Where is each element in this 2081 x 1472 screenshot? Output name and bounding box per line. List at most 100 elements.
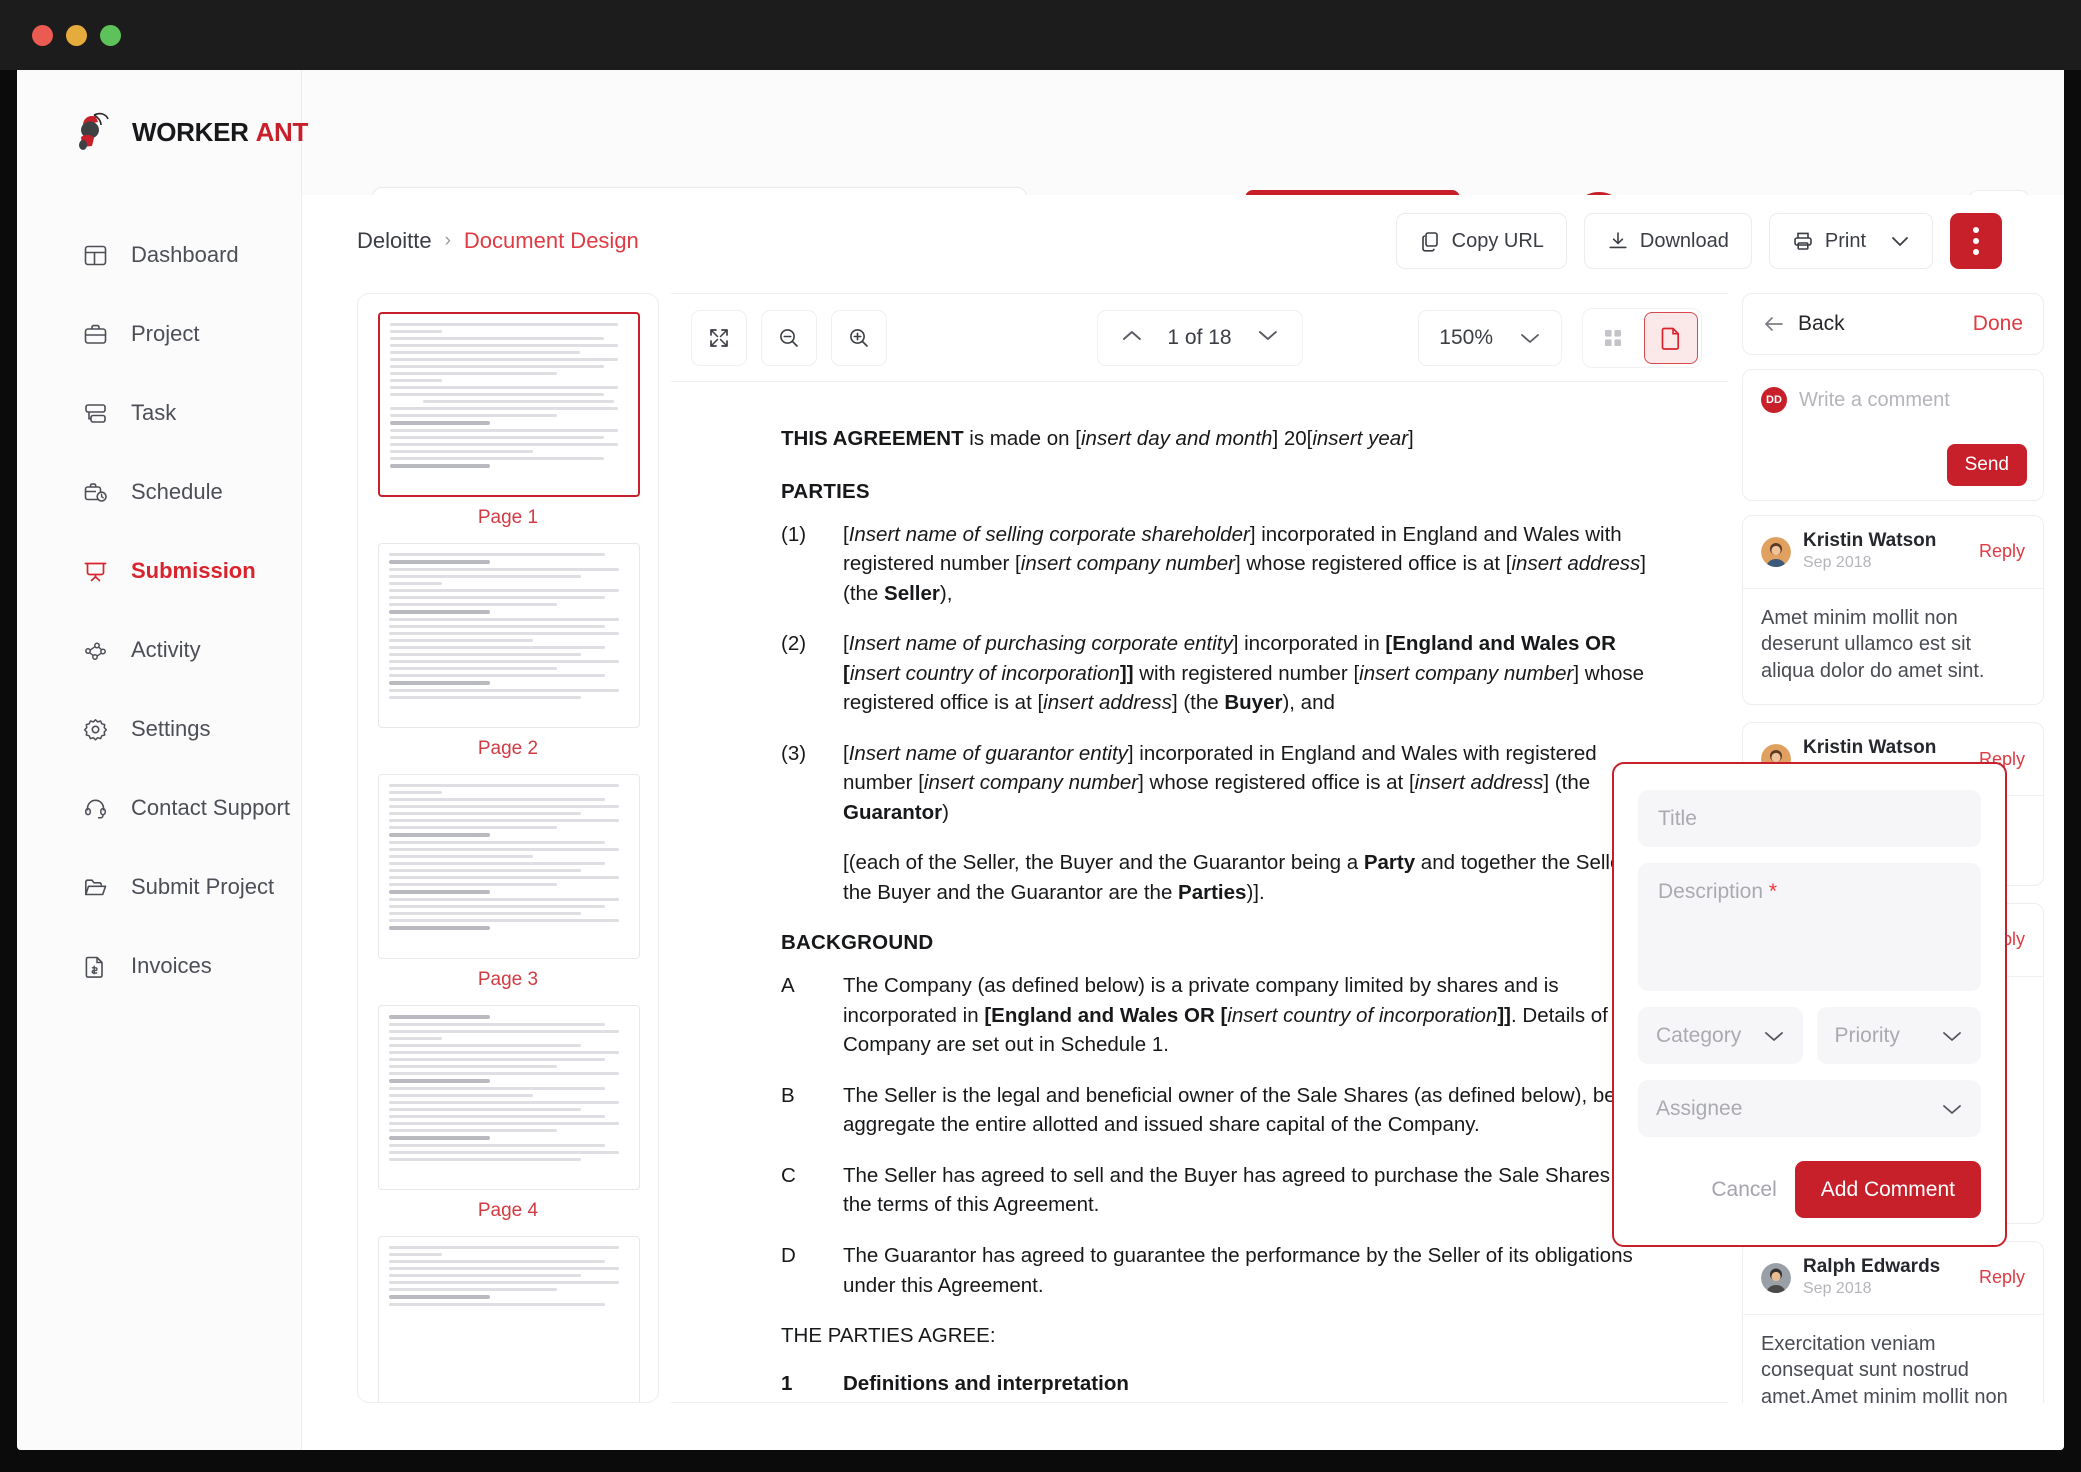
sidebar-item-label: Submission [131,558,256,583]
next-page-button[interactable] [1256,328,1280,348]
sidebar-item-schedule[interactable]: Schedule [17,470,301,514]
add-comment-modal: Title Description * Category Priority As… [1612,762,2007,1247]
add-comment-button[interactable]: Add Comment [1794,1161,1981,1218]
zoom-level-select[interactable]: 150% [1418,309,1562,366]
clause-title: Definitions and interpretation [843,1371,1129,1395]
zoom-in-button[interactable] [831,309,887,366]
sidebar-item-contact-support[interactable]: Contact Support [17,786,301,830]
thumbnail-item[interactable]: Page 5 [378,1236,640,1402]
zoom-level-value: 150% [1439,325,1493,349]
sidebar-item-dashboard[interactable]: Dashboard [17,233,301,277]
breadcrumb-current[interactable]: Document Design [464,228,639,254]
thumbnail-item[interactable]: Page 3 [378,774,640,991]
document-icon [1661,327,1680,350]
sidebar-item-activity[interactable]: Activity [17,628,301,672]
chevron-down-icon [1521,333,1539,343]
category-select[interactable]: Category [1638,1007,1803,1064]
document-clause-row: 1 Definitions and interpretation [781,1369,1666,1399]
minimize-window-button[interactable] [66,25,87,46]
priority-select[interactable]: Priority [1816,1007,1981,1064]
grid-view-button[interactable] [1586,311,1640,364]
document-background-row: C The Seller has agreed to sell and the … [781,1161,1666,1220]
page-thumbnail-panel[interactable]: Page 1 Page 2 Page 3 Page 4 [357,293,659,1403]
download-button[interactable]: Download [1583,213,1752,269]
send-comment-button[interactable]: Send [1946,444,2027,486]
comment-header: Ralph Edwards Sep 2018 Reply [1743,1242,2043,1315]
document-background-row: B The Seller is the legal and beneficial… [781,1081,1666,1140]
document-agree-heading: THE PARTIES AGREE: [781,1324,996,1348]
thumbnail-item[interactable]: Page 1 [378,312,640,529]
background-letter: B [781,1083,795,1107]
chevron-down-icon [1764,1031,1783,1041]
page-thumbnail[interactable] [378,312,640,497]
sidebar-item-label: Schedule [131,479,223,504]
comment-author: Kristin Watson [1803,530,1937,551]
thumbnail-item[interactable]: Page 2 [378,543,640,760]
composer-avatar: DD [1761,387,1787,413]
composer-row: DD Write a comment [1761,387,2025,413]
thumbnail-label: Page 4 [477,1200,539,1221]
party-number: (3) [781,741,807,765]
comment-description-placeholder: Description [1658,880,1764,903]
comment-composer[interactable]: DD Write a comment Send [1742,369,2044,501]
page-thumbnail[interactable] [378,543,640,728]
page-thumbnail[interactable] [378,774,640,959]
app-container: WORKER ANT Search... + Add New Project D… [17,70,2064,1450]
reply-button[interactable]: Reply [1979,541,2025,562]
thumbnail-item[interactable]: Page 4 [378,1005,640,1222]
document-party-row: (1) [Insert name of selling corporate sh… [781,520,1666,609]
page-indicator: 1 of 18 [1167,325,1232,349]
document-party-row: (2) [Insert name of purchasing corporate… [781,629,1666,718]
reply-button[interactable]: Reply [1979,1267,2025,1288]
document-view-button[interactable] [1644,311,1698,364]
background-letter: D [781,1244,796,1267]
copy-icon [1421,232,1438,252]
done-button[interactable]: Done [1973,312,2023,336]
sidebar-item-settings[interactable]: Settings [17,707,301,751]
breadcrumb-parent[interactable]: Deloitte [357,228,432,254]
sidebar-item-invoices[interactable]: Invoices [17,944,301,988]
app-logo[interactable]: WORKER ANT [17,70,308,195]
comment-title-input[interactable]: Title [1638,790,1981,847]
assignee-select[interactable]: Assignee [1638,1080,1981,1137]
thumbnail-label: Page 2 [477,738,539,759]
page-thumbnail[interactable] [378,1005,640,1190]
sidebar-item-submit-project[interactable]: Submit Project [17,865,301,909]
document-intro: THIS AGREEMENT is made on [insert day an… [781,427,1414,450]
clause-number: 1 [781,1371,793,1395]
maximize-window-button[interactable] [100,25,121,46]
fullscreen-button[interactable] [691,309,747,366]
cancel-button[interactable]: Cancel [1711,1178,1776,1202]
print-label: Print [1824,229,1866,252]
arrow-left-icon [1765,317,1783,331]
previous-page-button[interactable] [1119,328,1143,348]
page-thumbnail[interactable] [378,1236,640,1402]
document-heading-background: BACKGROUND [781,931,934,955]
comment-item: Ralph Edwards Sep 2018 Reply Exercitatio… [1742,1240,2044,1403]
party-text: [Insert name of selling corporate shareh… [843,522,1646,605]
print-button[interactable]: Print [1768,213,1933,269]
close-window-button[interactable] [32,25,53,46]
document-actions: Copy URL Download Print [1395,213,2002,269]
comment-meta: Kristin Watson Sep 2018 [1803,530,1936,574]
document-toolbar: 1 of 18 150% [671,294,1728,382]
sidebar-item-label: Activity [131,637,201,662]
more-options-button[interactable] [1950,213,2002,269]
comment-description-input[interactable]: Description * [1638,863,1981,991]
comment-date: Sep 2018 [1803,553,1872,571]
sidebar-item-project[interactable]: Project [17,312,301,356]
background-text: The Company (as defined below) is a priv… [843,974,1643,1057]
breadcrumb-bar: Deloitte › Document Design Copy URL Down… [302,195,2064,287]
sidebar-item-label: Dashboard [131,242,239,267]
background-text: The Seller has agreed to sell and the Bu… [843,1163,1639,1217]
task-icon [83,400,109,426]
back-button[interactable]: Back [1763,312,1845,336]
sidebar-item-task[interactable]: Task [17,391,301,435]
breadcrumb-separator-icon: › [444,230,451,251]
background-text: The Guarantor has agreed to guarantee th… [843,1244,1633,1297]
sidebar-item-submission[interactable]: Submission [17,549,301,593]
copy-url-button[interactable]: Copy URL [1395,213,1567,269]
printer-icon [1794,232,1812,250]
comment-item: Kristin Watson Sep 2018 Reply Amet minim… [1742,515,2044,706]
zoom-out-button[interactable] [761,309,817,366]
